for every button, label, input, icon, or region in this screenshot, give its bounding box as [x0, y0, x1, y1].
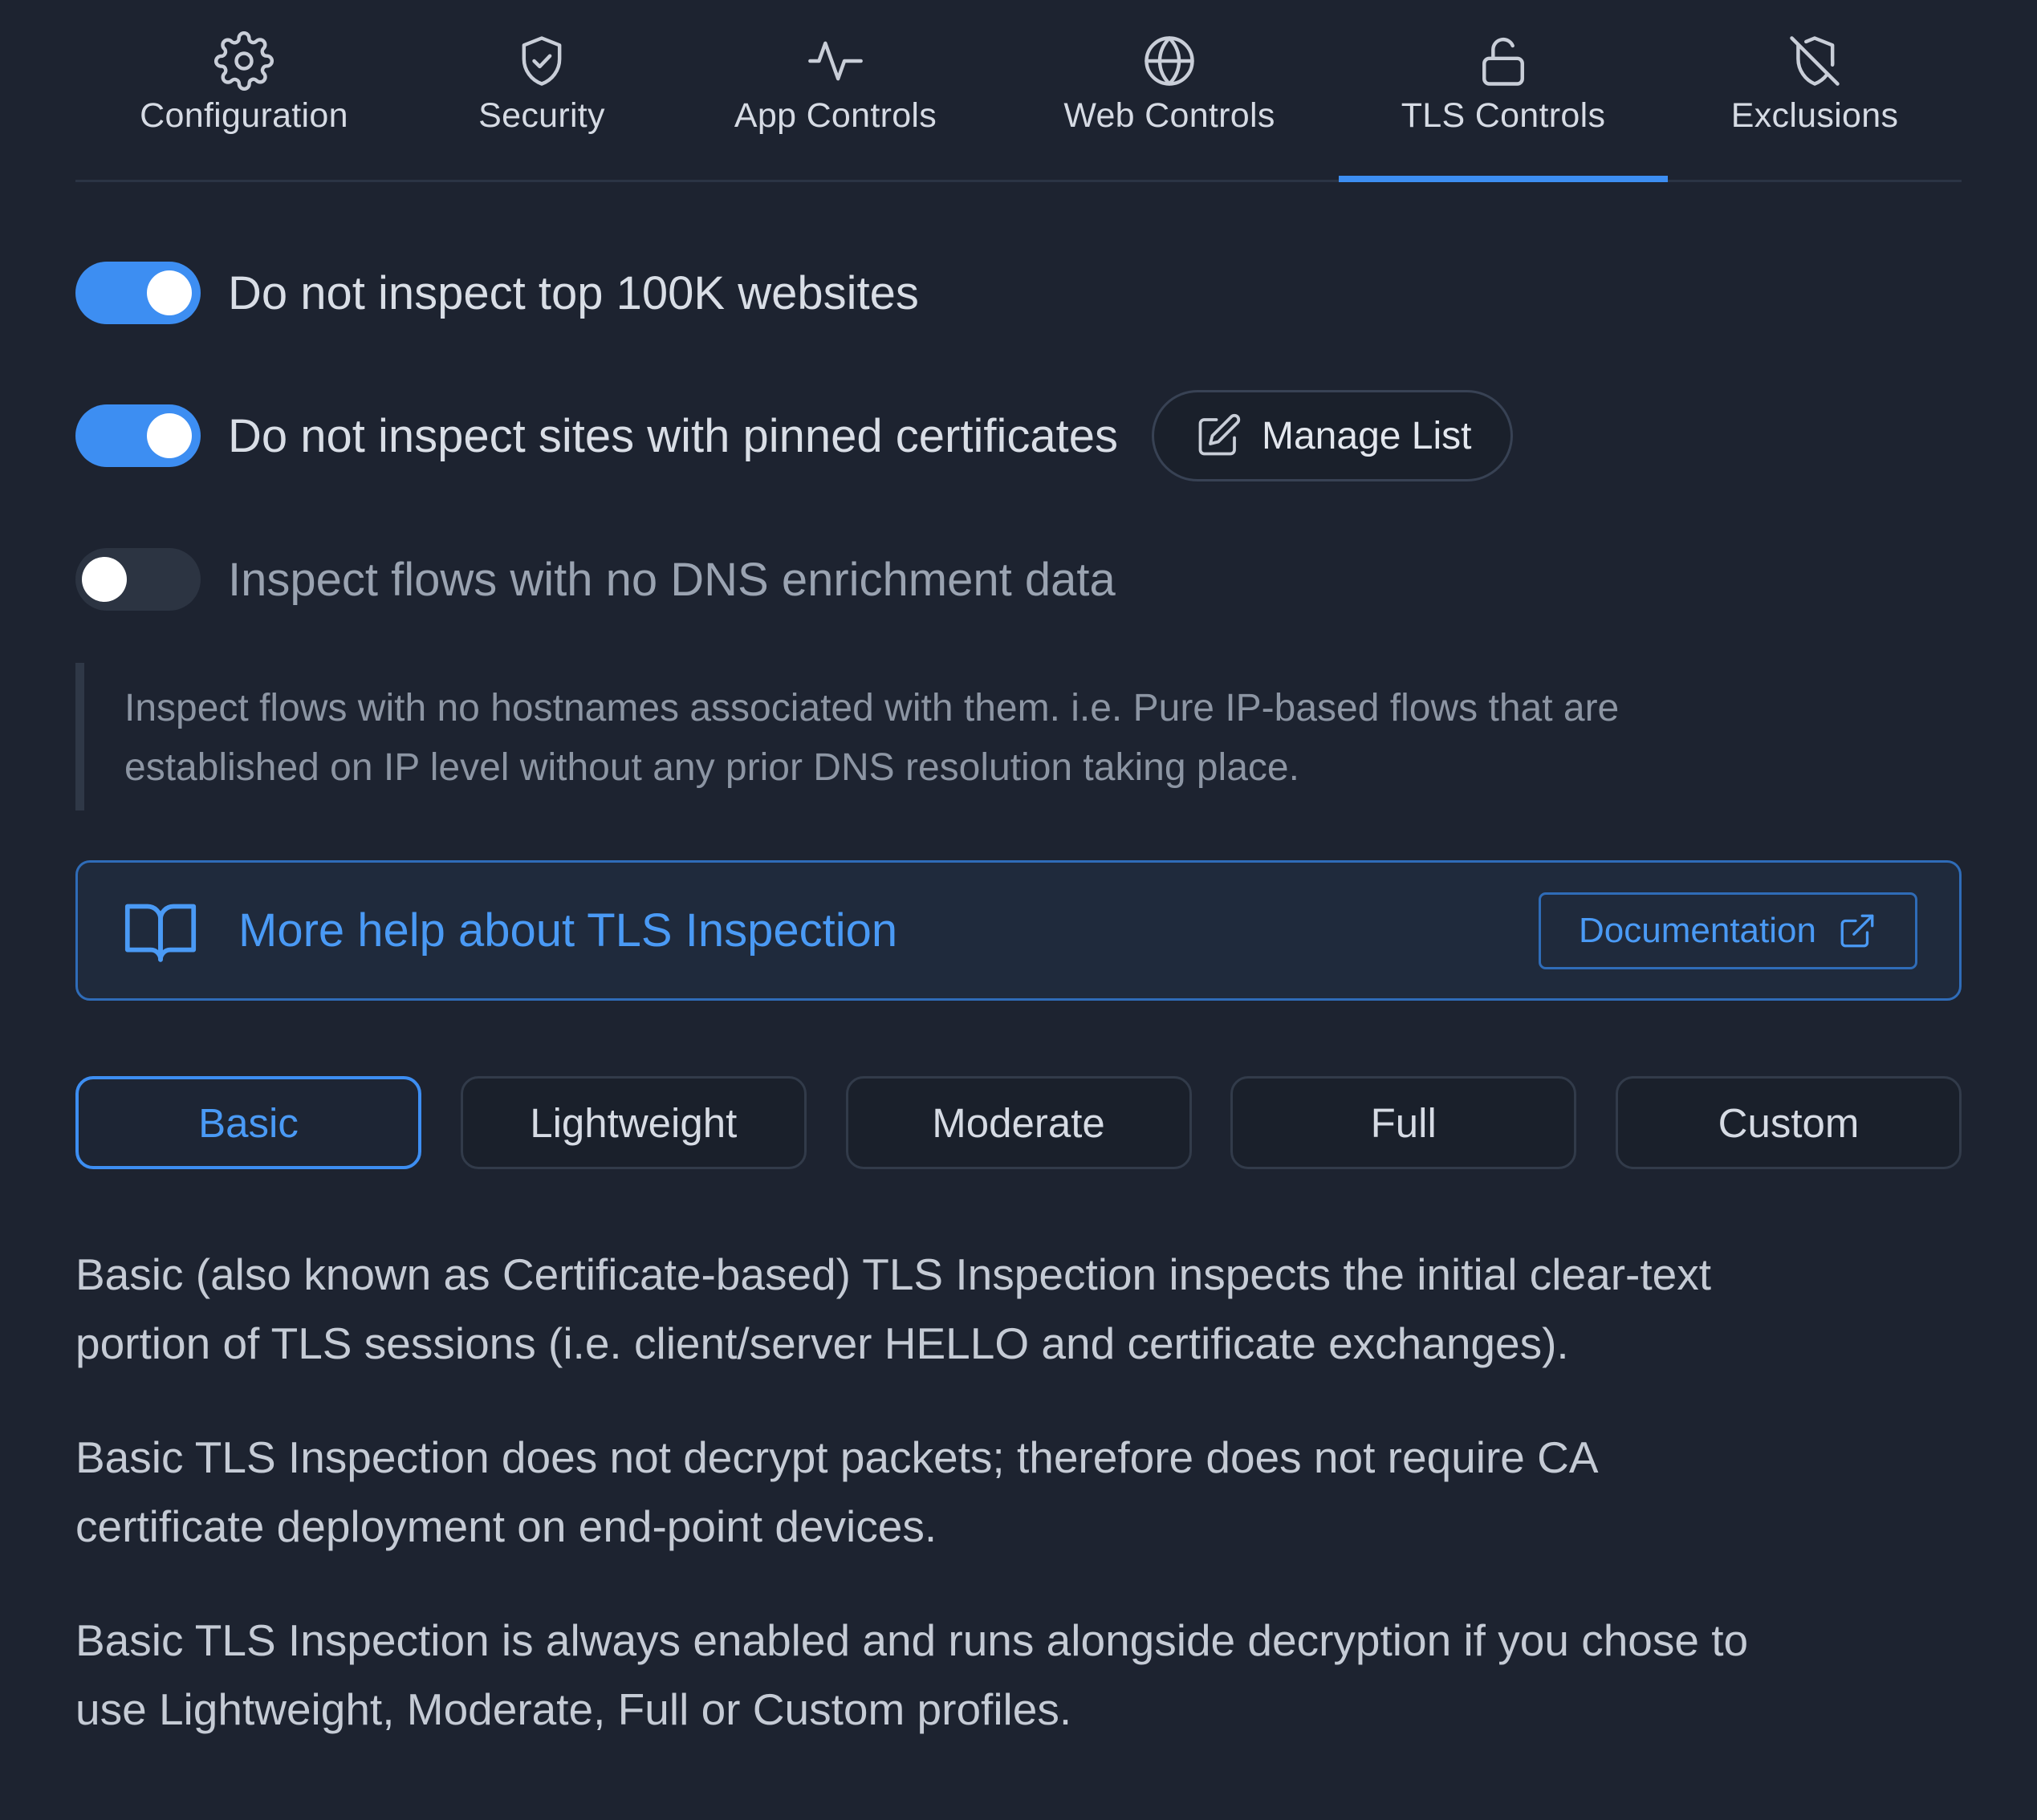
- top100k-label: Do not inspect top 100K websites: [228, 266, 919, 319]
- top100k-toggle[interactable]: [75, 262, 201, 324]
- profile-moderate-button[interactable]: Moderate: [845, 1076, 1192, 1169]
- profile-custom-button[interactable]: Custom: [1616, 1076, 1962, 1169]
- profile-basic-button[interactable]: Basic: [75, 1076, 421, 1169]
- description-line: Basic (also known as Certificate-based) …: [75, 1249, 1711, 1299]
- profile-full-button[interactable]: Full: [1230, 1076, 1577, 1169]
- edit-icon: [1194, 412, 1242, 460]
- external-link-icon: [1837, 911, 1877, 951]
- tab-label: App Controls: [734, 96, 937, 135]
- description-paragraph: Basic TLS Inspection is always enabled a…: [75, 1606, 1986, 1744]
- no-dns-enrichment-label: Inspect flows with no DNS enrichment dat…: [228, 553, 1116, 606]
- tab-label: Security: [478, 96, 605, 135]
- toggle-knob: [147, 413, 192, 458]
- toggle-row-no-dns: Inspect flows with no DNS enrichment dat…: [75, 548, 1116, 611]
- shield-off-icon: [1784, 30, 1845, 91]
- documentation-button[interactable]: Documentation: [1539, 892, 1917, 969]
- book-open-icon: [123, 896, 198, 965]
- tab-label: Exclusions: [1730, 96, 1899, 135]
- description-paragraph: Basic (also known as Certificate-based) …: [75, 1240, 1986, 1378]
- note-line: established on IP level without any prio…: [124, 746, 1299, 789]
- description-line: Basic TLS Inspection is always enabled a…: [75, 1615, 1749, 1665]
- no-dns-enrichment-toggle[interactable]: [75, 548, 201, 611]
- note-line: Inspect flows with no hostnames associat…: [124, 687, 1620, 729]
- tab-configuration[interactable]: Configuration: [75, 0, 413, 180]
- gear-icon: [213, 30, 274, 91]
- tab-bar: Configuration Security App Controls Web …: [75, 0, 1962, 182]
- profile-lightweight-button[interactable]: Lightweight: [460, 1076, 807, 1169]
- description-line: Basic TLS Inspection does not decrypt pa…: [75, 1432, 1599, 1482]
- tab-app-controls[interactable]: App Controls: [671, 0, 1000, 180]
- help-title: More help about TLS Inspection: [238, 904, 898, 957]
- tab-label: Configuration: [140, 96, 348, 135]
- pinned-certificates-label: Do not inspect sites with pinned certifi…: [228, 409, 1118, 462]
- shield-check-icon: [511, 30, 572, 91]
- tab-security[interactable]: Security: [413, 0, 671, 180]
- globe-icon: [1139, 30, 1200, 91]
- description-line: certificate deployment on end-point devi…: [75, 1501, 937, 1551]
- profile-selector: Basic Lightweight Moderate Full Custom: [75, 1076, 1962, 1169]
- unlock-icon: [1473, 30, 1534, 91]
- tab-web-controls[interactable]: Web Controls: [1000, 0, 1339, 180]
- pinned-certificates-toggle[interactable]: [75, 404, 201, 467]
- toggle-row-pinned: Do not inspect sites with pinned certifi…: [75, 390, 1513, 481]
- help-banner: More help about TLS Inspection Documenta…: [75, 860, 1962, 1001]
- tab-label: Web Controls: [1063, 96, 1275, 135]
- description-paragraph: Basic TLS Inspection does not decrypt pa…: [75, 1423, 1986, 1561]
- profile-description: Basic (also known as Certificate-based) …: [75, 1240, 1986, 1789]
- tab-tls-controls[interactable]: TLS Controls: [1339, 0, 1668, 182]
- toggle-row-top100k: Do not inspect top 100K websites: [75, 262, 919, 324]
- no-dns-note: Inspect flows with no hostnames associat…: [75, 663, 1962, 810]
- tab-exclusions[interactable]: Exclusions: [1668, 0, 1962, 180]
- description-line: portion of TLS sessions (i.e. client/ser…: [75, 1318, 1569, 1368]
- documentation-label: Documentation: [1579, 911, 1816, 950]
- toggle-knob: [82, 557, 127, 602]
- manage-list-button[interactable]: Manage List: [1152, 390, 1513, 481]
- manage-list-label: Manage List: [1262, 414, 1472, 457]
- toggle-knob: [147, 270, 192, 315]
- activity-icon: [805, 30, 866, 91]
- tls-controls-page: Configuration Security App Controls Web …: [0, 0, 2037, 1820]
- description-line: use Lightweight, Moderate, Full or Custo…: [75, 1684, 1072, 1734]
- tab-label: TLS Controls: [1401, 96, 1606, 135]
